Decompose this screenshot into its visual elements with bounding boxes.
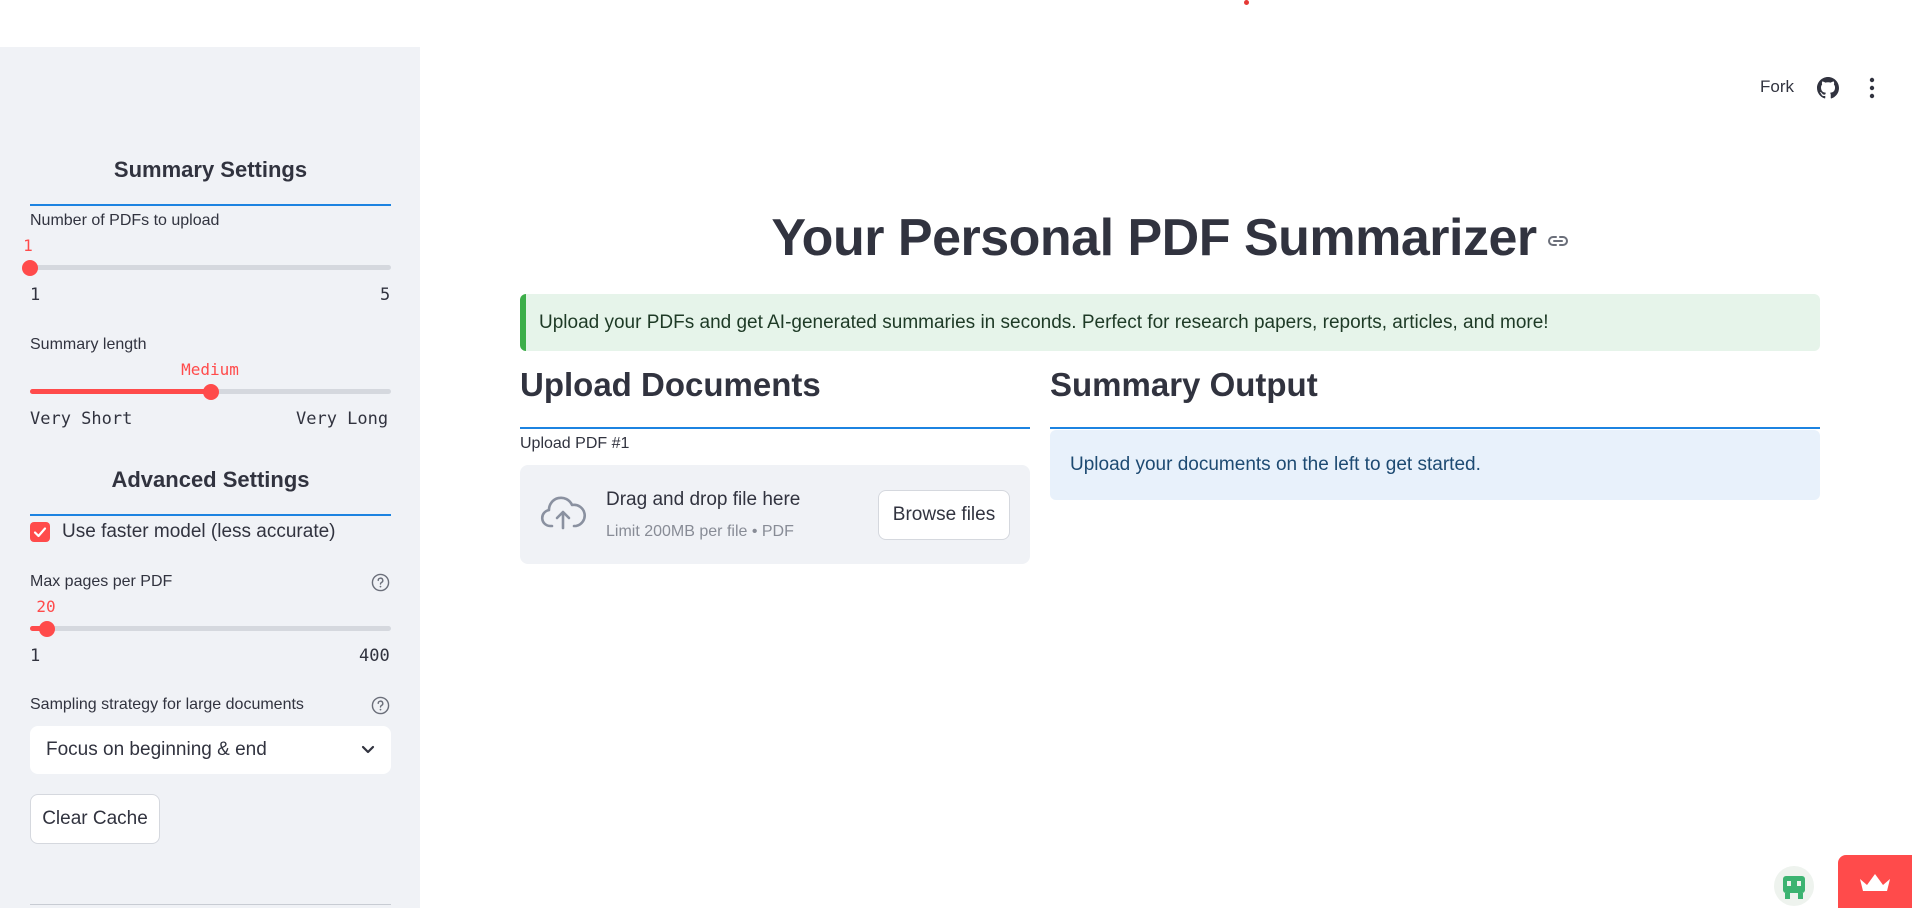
max-pages-min: 1 [30, 646, 41, 666]
summary-length-value: Medium [181, 360, 239, 379]
faster-model-label: Use faster model (less accurate) [62, 521, 336, 542]
summary-length-slider[interactable] [30, 384, 391, 400]
cloud-upload-icon [540, 496, 586, 530]
sampling-label: Sampling strategy for large documents [30, 696, 304, 713]
slider-fill [30, 389, 211, 394]
upload-section-title: Upload Documents [520, 366, 821, 403]
section-divider [520, 427, 1030, 429]
clear-cache-button[interactable]: Clear Cache [30, 794, 160, 844]
num-pdfs-max: 5 [380, 285, 391, 305]
streamlit-bot-icon[interactable] [1774, 866, 1814, 906]
num-pdfs-slider[interactable] [22, 260, 391, 276]
check-icon [33, 527, 47, 538]
fork-link[interactable]: Fork [1760, 77, 1794, 97]
summary-section-title: Summary Output [1050, 366, 1318, 403]
hosted-badge[interactable] [1838, 855, 1912, 908]
max-pages-slider[interactable] [30, 621, 391, 637]
crown-icon [1860, 873, 1890, 891]
summary-settings-heading: Summary Settings [113, 157, 308, 182]
help-icon[interactable] [371, 573, 390, 592]
num-pdfs-min: 1 [30, 285, 41, 305]
summary-length-min: Very Short [30, 409, 133, 429]
max-pages-value: 20 [36, 597, 56, 616]
page-title: Your Personal PDF Summarizer [520, 208, 1820, 268]
browse-files-button[interactable]: Browse files [878, 490, 1010, 540]
sidebar-divider [30, 904, 391, 905]
section-divider [30, 204, 391, 206]
summary-length-label: Summary length [30, 336, 147, 353]
page-title-text: Your Personal PDF Summarizer [771, 209, 1537, 267]
github-icon[interactable] [1817, 77, 1839, 99]
slider-thumb[interactable] [39, 621, 55, 637]
file-dropzone[interactable]: Drag and drop file here Limit 200MB per … [520, 465, 1030, 564]
help-icon[interactable] [371, 696, 390, 715]
sampling-select-value: Focus on beginning & end [46, 739, 267, 760]
summary-info-box: Upload your documents on the left to get… [1050, 430, 1820, 500]
upload-label: Upload PDF #1 [520, 435, 630, 452]
sidebar: Summary Settings Number of PDFs to uploa… [0, 47, 420, 908]
chevron-down-icon [361, 745, 375, 754]
faster-model-checkbox-row[interactable]: Use faster model (less accurate) [30, 521, 336, 543]
slider-thumb[interactable] [22, 260, 38, 276]
dropzone-title: Drag and drop file here [606, 489, 801, 510]
section-divider [30, 514, 391, 516]
section-divider [1050, 427, 1820, 429]
status-dot [1244, 0, 1249, 5]
faster-model-checkbox[interactable] [30, 522, 50, 542]
max-pages-max: 400 [359, 646, 390, 666]
success-banner: Upload your PDFs and get AI-generated su… [520, 294, 1820, 351]
link-icon[interactable] [1547, 234, 1569, 248]
slider-thumb[interactable] [203, 384, 219, 400]
max-pages-label: Max pages per PDF [30, 573, 173, 590]
dropzone-limit: Limit 200MB per file • PDF [606, 523, 794, 540]
summary-length-max: Very Long [296, 409, 389, 429]
num-pdfs-label: Number of PDFs to upload [30, 212, 220, 229]
advanced-settings-heading: Advanced Settings [111, 467, 310, 492]
num-pdfs-value: 1 [23, 236, 33, 255]
more-menu-icon[interactable] [1868, 77, 1876, 99]
sampling-select[interactable]: Focus on beginning & end [30, 726, 391, 774]
